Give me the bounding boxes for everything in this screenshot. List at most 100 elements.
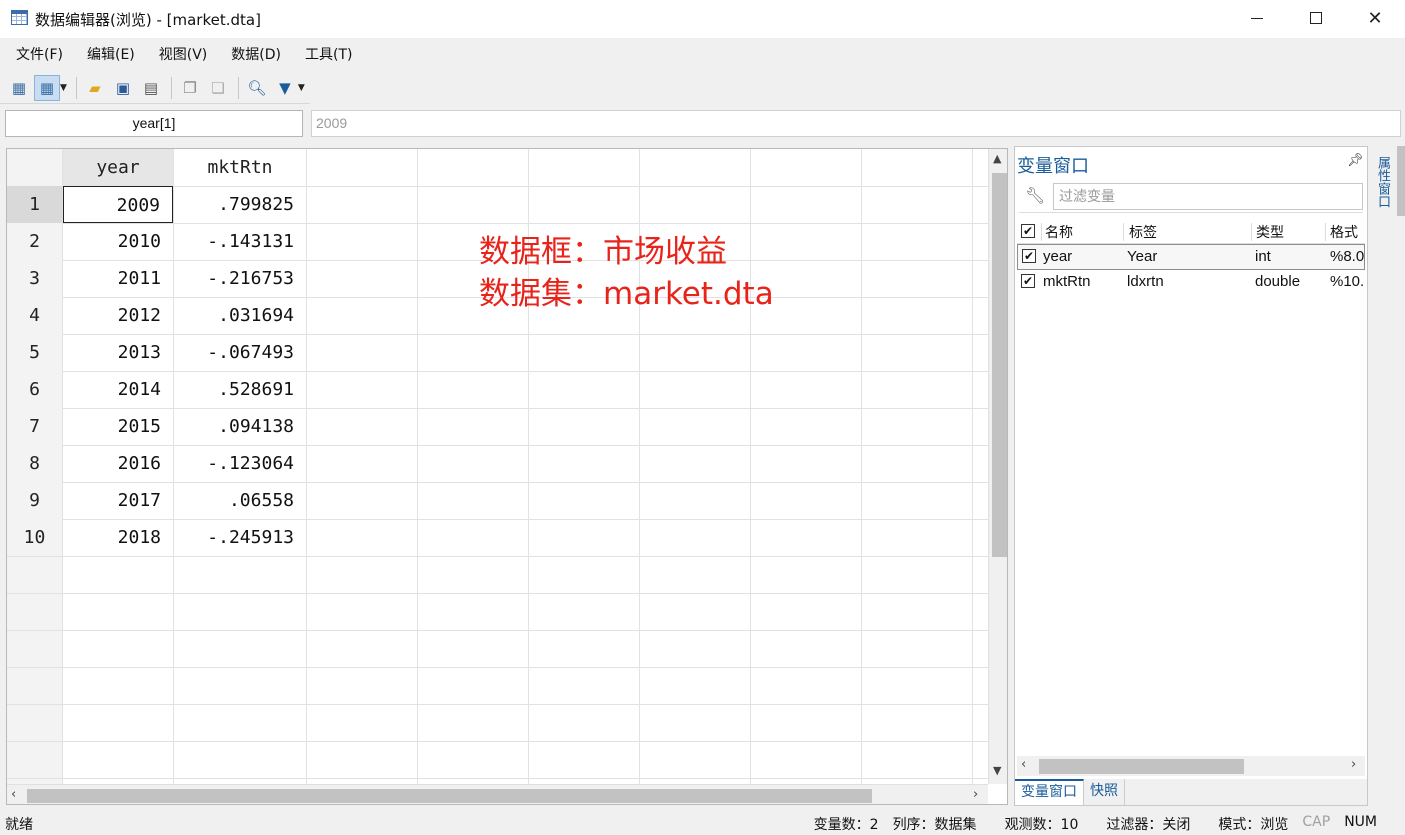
variable-checkbox[interactable]: ✔ bbox=[1022, 249, 1036, 263]
row-number[interactable]: 5 bbox=[7, 334, 62, 371]
close-icon: ✕ bbox=[1367, 7, 1383, 29]
find-button[interactable]: 🔍︎ bbox=[244, 75, 270, 101]
menu-data[interactable]: 数据(D) bbox=[221, 44, 291, 64]
filter-variables-input[interactable]: 过滤变量 bbox=[1053, 183, 1363, 210]
cell-mktrtn[interactable]: -.216753 bbox=[174, 260, 306, 297]
cell-name-box[interactable]: year[1] bbox=[5, 110, 303, 137]
paste-button[interactable]: ❏ bbox=[205, 75, 231, 101]
filter-button[interactable]: ▼ bbox=[272, 75, 298, 101]
status-cap: CAP bbox=[1302, 814, 1331, 830]
cell-year[interactable]: 2010 bbox=[63, 223, 173, 260]
row-number[interactable]: 8 bbox=[7, 445, 62, 482]
browse-grid-icon: ▦ bbox=[39, 78, 55, 97]
variables-panel: 变量窗口 📌︎ 🔧︎ 过滤变量 ✔ 名称 标签 类型 格式 ✔ year Yea… bbox=[1014, 146, 1368, 806]
variable-row[interactable]: ✔ year Year int %8.0 bbox=[1017, 244, 1365, 270]
maximize-button[interactable] bbox=[1287, 0, 1345, 36]
variable-name: mktRtn bbox=[1043, 273, 1091, 290]
cell-year[interactable]: 2012 bbox=[63, 297, 173, 334]
pin-icon[interactable]: 📌︎ bbox=[1347, 153, 1364, 168]
cell-mktrtn[interactable]: .528691 bbox=[174, 371, 306, 408]
copy-button[interactable]: ❐ bbox=[177, 75, 203, 101]
row-number[interactable]: 6 bbox=[7, 371, 62, 408]
menu-tools[interactable]: 工具(T) bbox=[295, 44, 362, 64]
cell-year[interactable]: 2009 bbox=[63, 186, 173, 223]
cell-mktrtn[interactable]: -.067493 bbox=[174, 334, 306, 371]
scroll-left-icon[interactable]: ‹ bbox=[11, 787, 16, 802]
browse-dropdown-icon[interactable]: ▼ bbox=[60, 83, 67, 93]
header-format[interactable]: 格式 bbox=[1330, 220, 1358, 244]
cell-year[interactable]: 2017 bbox=[63, 482, 173, 519]
data-grid: year mktRtn 1 2009.799825 2 2010 -.143131 3 20… bbox=[6, 148, 1008, 805]
cell-year[interactable]: 2018 bbox=[63, 519, 173, 556]
tab-snapshots[interactable]: 快照 bbox=[1084, 779, 1125, 805]
row-number[interactable]: 9 bbox=[7, 482, 62, 519]
cell-mktrtn[interactable]: .094138 bbox=[174, 408, 306, 445]
scroll-up-icon[interactable]: ▲ bbox=[993, 152, 1001, 165]
variable-checkbox[interactable]: ✔ bbox=[1021, 274, 1035, 288]
scroll-left-icon[interactable]: ‹ bbox=[1021, 757, 1026, 772]
save-button[interactable]: ▣ bbox=[110, 75, 136, 101]
header-name[interactable]: 名称 bbox=[1045, 220, 1073, 244]
grid-column-line bbox=[972, 149, 973, 784]
grid-row-line bbox=[7, 593, 988, 594]
cell-mktrtn[interactable]: .031694 bbox=[174, 297, 306, 334]
vertical-scrollbar[interactable]: ▲ ▼ bbox=[988, 149, 1007, 784]
column-divider bbox=[1325, 223, 1326, 241]
row-number[interactable]: 1 bbox=[7, 186, 62, 223]
scroll-right-icon[interactable]: › bbox=[1351, 757, 1356, 772]
row-number[interactable]: 3 bbox=[7, 260, 62, 297]
cell-mktrtn[interactable]: -.143131 bbox=[174, 223, 306, 260]
row-number[interactable]: 7 bbox=[7, 408, 62, 445]
menu-edit[interactable]: 编辑(E) bbox=[77, 44, 145, 64]
scroll-down-icon[interactable]: ▼ bbox=[993, 764, 1001, 777]
cell-year[interactable]: 2014 bbox=[63, 371, 173, 408]
scroll-right-icon[interactable]: › bbox=[973, 787, 978, 802]
minimize-icon bbox=[1251, 17, 1263, 19]
cell-mktrtn[interactable]: .799825 bbox=[174, 186, 306, 223]
open-button[interactable]: ▰ bbox=[82, 75, 108, 101]
status-mode: 模式：浏览 bbox=[1218, 817, 1289, 833]
cell-value-field[interactable]: 2009 bbox=[311, 110, 1401, 137]
vertical-scroll-thumb[interactable] bbox=[992, 173, 1007, 557]
column-header-mktrtn[interactable]: mktRtn bbox=[174, 149, 306, 186]
properties-side-tab[interactable]: 属性窗口 bbox=[1370, 146, 1396, 806]
row-number[interactable]: 4 bbox=[7, 297, 62, 334]
cell-year[interactable]: 2015 bbox=[63, 408, 173, 445]
cell-year[interactable]: 2013 bbox=[63, 334, 173, 371]
variable-row[interactable]: ✔ mktRtn ldxrtn double %10. bbox=[1017, 270, 1365, 296]
close-button[interactable]: ✕ bbox=[1346, 0, 1404, 36]
variables-horizontal-scrollbar[interactable]: ‹ › bbox=[1017, 756, 1365, 776]
header-type[interactable]: 类型 bbox=[1256, 220, 1284, 244]
edit-mode-button[interactable]: ▦ bbox=[6, 75, 32, 101]
properties-tab-label: 属性窗口 bbox=[1375, 156, 1390, 208]
horizontal-scroll-thumb[interactable] bbox=[27, 789, 872, 803]
horizontal-scrollbar[interactable]: ‹ › bbox=[7, 784, 988, 804]
cell-mktrtn[interactable]: -.123064 bbox=[174, 445, 306, 482]
column-header-year[interactable]: year bbox=[63, 149, 173, 186]
cell-year[interactable]: 2016 bbox=[63, 445, 173, 482]
browse-mode-button[interactable]: ▦ bbox=[34, 74, 60, 101]
wrench-icon[interactable]: 🔧︎ bbox=[1025, 186, 1045, 205]
tab-variables[interactable]: 变量窗口 bbox=[1015, 779, 1084, 805]
corner-cell[interactable] bbox=[7, 149, 62, 186]
menu-file[interactable]: 文件(F) bbox=[6, 44, 73, 64]
cell-mktrtn[interactable]: -.245913 bbox=[174, 519, 306, 556]
paste-icon: ❏ bbox=[211, 78, 225, 97]
print-button[interactable]: ▤ bbox=[138, 75, 164, 101]
row-number[interactable]: 2 bbox=[7, 223, 62, 260]
minimize-button[interactable] bbox=[1228, 0, 1286, 36]
copy-icon: ❐ bbox=[183, 78, 197, 97]
menu-view[interactable]: 视图(V) bbox=[149, 44, 218, 64]
side-scrollbar-thumb[interactable] bbox=[1397, 146, 1405, 216]
variables-panel-tabs: 变量窗口 快照 bbox=[1015, 779, 1367, 805]
header-label[interactable]: 标签 bbox=[1129, 220, 1157, 244]
grid-row-line bbox=[7, 778, 988, 779]
row-number[interactable]: 10 bbox=[7, 519, 62, 556]
select-all-checkbox[interactable]: ✔ bbox=[1021, 224, 1035, 238]
variable-format: %10. bbox=[1330, 273, 1365, 290]
cell-year[interactable]: 2011 bbox=[63, 260, 173, 297]
variables-scroll-thumb[interactable] bbox=[1039, 759, 1244, 774]
filter-dropdown-icon[interactable]: ▼ bbox=[298, 83, 305, 93]
toolbar-separator bbox=[75, 76, 77, 99]
cell-mktrtn[interactable]: .06558 bbox=[174, 482, 306, 519]
